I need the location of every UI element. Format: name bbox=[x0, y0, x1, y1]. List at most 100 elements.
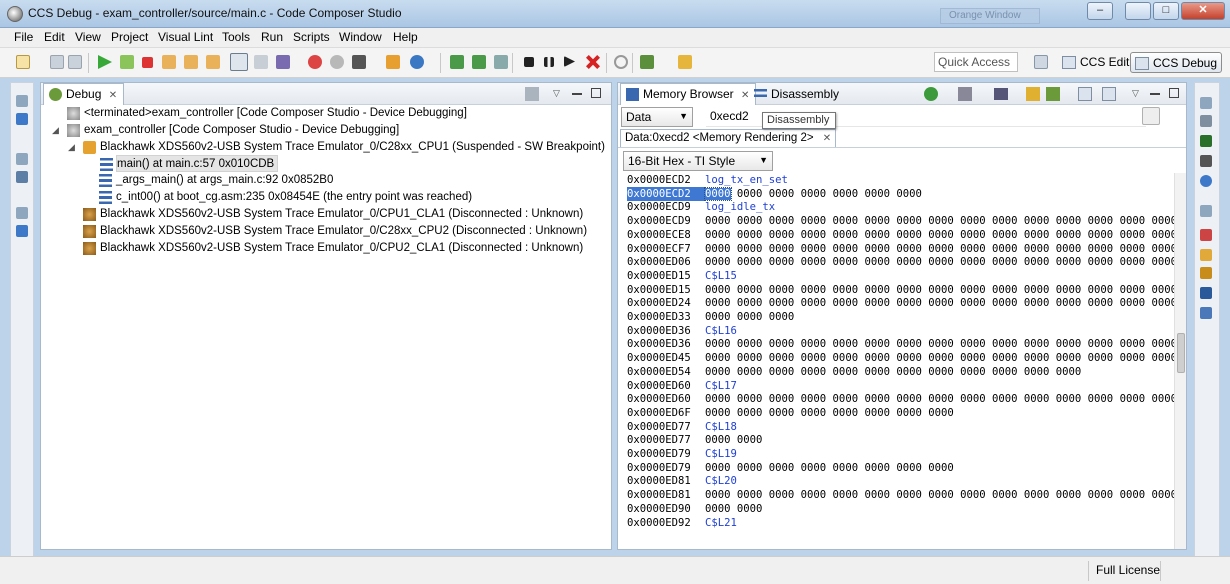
memory-data-row[interactable]: 0x0000ED6F 0000 0000 0000 0000 0000 0000 … bbox=[627, 406, 954, 420]
disconnect-icon[interactable] bbox=[586, 55, 600, 69]
restore-icon[interactable] bbox=[1200, 97, 1212, 109]
memory-label-row[interactable]: 0x0000ED92 C$L21 bbox=[627, 516, 737, 530]
memory-data-row[interactable]: 0x0000ED81 0000 0000 0000 0000 0000 0000 … bbox=[627, 488, 1174, 502]
memory-label-row[interactable]: 0x0000ED15 C$L15 bbox=[627, 269, 737, 283]
graph-icon[interactable] bbox=[1200, 307, 1212, 319]
memory-data-row[interactable]: 0x0000ED36 0000 0000 0000 0000 0000 0000 … bbox=[627, 337, 1174, 351]
import-icon[interactable] bbox=[1026, 87, 1040, 101]
tab-memory-rendering[interactable]: Data:0xecd2 <Memory Rendering 2> ✕ bbox=[620, 129, 837, 147]
problems-icon[interactable] bbox=[1200, 229, 1212, 241]
run-icon[interactable] bbox=[410, 55, 424, 69]
restore-icon[interactable] bbox=[1200, 205, 1212, 217]
scrollbar-thumb[interactable] bbox=[1177, 333, 1185, 373]
restore-icon[interactable] bbox=[16, 207, 28, 219]
memory-label-row[interactable]: 0x0000ED81 C$L20 bbox=[627, 474, 737, 488]
dropdown-icon[interactable] bbox=[494, 55, 508, 69]
pin-icon[interactable] bbox=[1102, 87, 1116, 101]
restore-icon[interactable] bbox=[16, 95, 28, 107]
minimize-button[interactable]: – bbox=[1087, 2, 1113, 20]
tasks-icon[interactable] bbox=[1200, 249, 1212, 261]
export-icon[interactable] bbox=[1046, 87, 1060, 101]
memory-label-row[interactable]: 0x0000ED36 C$L16 bbox=[627, 324, 737, 338]
registers-icon[interactable] bbox=[1200, 155, 1212, 167]
tab-memory-browser[interactable]: Memory Browser ✕ bbox=[620, 83, 757, 105]
step-mode-icon[interactable] bbox=[230, 53, 248, 71]
memory-icon[interactable] bbox=[1200, 287, 1212, 299]
restore-icon[interactable] bbox=[16, 153, 28, 165]
disabled-icon[interactable] bbox=[614, 55, 628, 69]
stack-frame-main[interactable]: main() at main.c:57 0x010CDB bbox=[100, 155, 279, 172]
menu-visual-lint[interactable]: Visual Lint bbox=[158, 30, 213, 44]
maximize-view-icon[interactable] bbox=[591, 88, 601, 98]
link-icon[interactable] bbox=[994, 88, 1008, 100]
tree-row-launch[interactable]: ◢ exam_controller [Code Composer Studio … bbox=[52, 122, 399, 139]
memory-data-row[interactable]: 0x0000ED45 0000 0000 0000 0000 0000 0000 … bbox=[627, 351, 1174, 365]
tree-row-cpu2[interactable]: Blackhawk XDS560v2-USB System Trace Emul… bbox=[83, 223, 587, 240]
view-menu-icon[interactable]: ▽ bbox=[553, 88, 560, 99]
new-icon[interactable] bbox=[16, 55, 30, 69]
console-icon[interactable] bbox=[16, 113, 28, 125]
perspective-ccs-edit[interactable]: CCS Edit bbox=[1058, 52, 1133, 73]
tree-row-cpu1[interactable]: ◢ Blackhawk XDS560v2-USB System Trace Em… bbox=[68, 139, 605, 156]
memory-label-row[interactable]: 0x0000ECD9 log_idle_tx bbox=[627, 200, 775, 214]
stop-icon[interactable] bbox=[524, 57, 534, 67]
maximize-button[interactable]: □ bbox=[1153, 2, 1179, 20]
step-return-icon[interactable] bbox=[206, 55, 220, 69]
memory-data-row[interactable]: 0x0000ED79 0000 0000 0000 0000 0000 0000 … bbox=[627, 461, 954, 475]
restore-button-left[interactable] bbox=[1125, 2, 1151, 20]
plugin-icon[interactable] bbox=[640, 55, 654, 69]
new-rendering-icon[interactable] bbox=[1142, 107, 1160, 125]
suspend-icon[interactable] bbox=[544, 57, 554, 67]
menu-help[interactable]: Help bbox=[393, 30, 418, 44]
outline-icon[interactable] bbox=[16, 171, 28, 183]
menu-tools[interactable]: Tools bbox=[222, 30, 250, 44]
breakpoints-icon[interactable] bbox=[1200, 175, 1212, 187]
memory-data-row[interactable]: 0x0000ED06 0000 0000 0000 0000 0000 0000 … bbox=[627, 255, 1174, 269]
minimize-view-icon[interactable] bbox=[1150, 93, 1160, 95]
close-tab-icon[interactable]: ✕ bbox=[109, 90, 117, 101]
hierarchy-icon[interactable] bbox=[16, 225, 28, 237]
quick-access-input[interactable]: Quick Access bbox=[934, 52, 1018, 72]
tree-row-cpu2-cla1[interactable]: Blackhawk XDS560v2-USB System Trace Emul… bbox=[83, 240, 583, 257]
remove-terminated-icon[interactable] bbox=[525, 87, 539, 101]
vertical-scrollbar[interactable] bbox=[1174, 173, 1186, 549]
menu-file[interactable]: File bbox=[14, 30, 33, 44]
memory-label-row[interactable]: 0x0000ED77 C$L18 bbox=[627, 420, 737, 434]
step-into-icon[interactable] bbox=[162, 55, 176, 69]
format-select[interactable]: 16-Bit Hex - TI Style ▼ bbox=[623, 151, 773, 171]
memory-data-row[interactable]: 0x0000ED15 0000 0000 0000 0000 0000 0000 … bbox=[627, 283, 1174, 297]
memory-data-row[interactable]: 0x0000ECF7 0000 0000 0000 0000 0000 0000 … bbox=[627, 242, 1174, 256]
expand-arrow-icon[interactable]: ◢ bbox=[52, 122, 59, 138]
close-tab-icon[interactable]: ✕ bbox=[823, 133, 831, 144]
assembly-step-over-icon[interactable] bbox=[472, 55, 486, 69]
play-icon[interactable] bbox=[564, 56, 575, 67]
expand-arrow-icon[interactable]: ◢ bbox=[68, 139, 75, 155]
tools-icon[interactable] bbox=[678, 55, 692, 69]
menu-run[interactable]: Run bbox=[261, 30, 283, 44]
minimize-view-icon[interactable] bbox=[572, 93, 582, 95]
new-tab-icon[interactable] bbox=[1078, 87, 1092, 101]
memory-rendering-content[interactable]: 0x0000ECD2 log_tx_en_set 0x0000ECD2 0000 00… bbox=[618, 173, 1174, 549]
skip-breakpoints-icon[interactable] bbox=[330, 55, 344, 69]
breakpoint-icon[interactable] bbox=[308, 55, 322, 69]
variables-icon[interactable] bbox=[1200, 115, 1212, 127]
tree-row-terminated-launch[interactable]: <terminated>exam_controller [Code Compos… bbox=[67, 105, 467, 122]
save-all-icon[interactable] bbox=[68, 55, 82, 69]
save-memory-icon[interactable] bbox=[958, 87, 972, 101]
memory-data-row[interactable]: 0x0000ECD2 0000 0000 0000 0000 0000 0000 … bbox=[626, 185, 922, 202]
memory-data-row[interactable]: 0x0000ED60 0000 0000 0000 0000 0000 0000 … bbox=[627, 392, 1174, 406]
menu-scripts[interactable]: Scripts bbox=[293, 30, 330, 44]
connect-icon[interactable] bbox=[120, 55, 134, 69]
memory-data-row[interactable]: 0x0000ED24 0000 0000 0000 0000 0000 0000 … bbox=[627, 296, 1174, 310]
open-perspective-icon[interactable] bbox=[1034, 55, 1048, 69]
refresh-icon[interactable] bbox=[924, 87, 938, 101]
memory-page-select[interactable]: Data ▼ bbox=[621, 107, 693, 127]
debug-icon[interactable] bbox=[386, 55, 400, 69]
memory-label-row[interactable]: 0x0000ED79 C$L19 bbox=[627, 447, 737, 461]
expressions-icon[interactable] bbox=[1200, 135, 1212, 147]
memory-data-row[interactable]: 0x0000ED90 0000 0000 bbox=[627, 502, 762, 516]
perspective-ccs-debug[interactable]: CCS Debug bbox=[1130, 52, 1223, 73]
restart-icon[interactable] bbox=[276, 55, 290, 69]
assembly-step-into-icon[interactable] bbox=[450, 55, 464, 69]
menu-window[interactable]: Window bbox=[339, 30, 382, 44]
